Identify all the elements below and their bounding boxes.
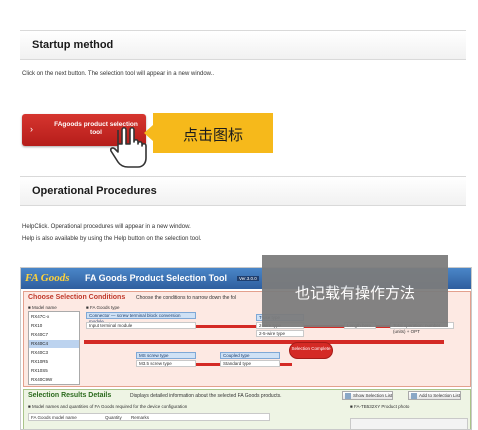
fa-goods-logo: FA Goods [25,272,70,284]
model-list-item-selected[interactable]: RX40C4 [29,340,79,348]
page: Startup method Click on the next button.… [0,0,478,430]
coupled-type-label: Coupled type [220,352,280,359]
tool-title: FA Goods Product Selection Tool [85,273,228,283]
selection-results-heading: Selection Results Details [28,392,112,399]
chevron-right-icon: › [30,124,33,134]
selection-results-hint: Displays detailed information about the … [130,393,282,399]
add-to-selection-list-label: Add to Selection List [419,393,461,398]
type-option-connector[interactable]: Connector — screw terminal block convers… [86,312,196,324]
model-name-label: ■ Model name [28,305,57,310]
operational-line-1: HelpClick. Operational procedures will a… [22,224,191,230]
coupled-type-option[interactable]: Standard type [220,360,280,367]
col-remarks: Remarks [131,415,150,420]
tool-version-badge: Ver.3.0.0 [237,276,259,281]
model-name-list[interactable]: RX47C-x RX10 RX40C7 RX40C4 RX40C3 RX10R5… [28,311,80,385]
wire-option-3[interactable]: 2-5-wire type [256,330,304,337]
operation-method-callout-text: 也记载有操作方法 [294,284,415,302]
type-option-input-module[interactable]: Input terminal module [86,322,196,329]
operation-method-callout: 也记载有操作方法 [262,255,448,327]
product-photo-label: ■ FA-TB532XY Product photo [350,404,410,409]
model-list-item[interactable]: RX40C7 [29,331,79,339]
results-table-header: FA Goods model name Quantity Remarks [28,413,270,421]
add-icon [411,393,417,399]
operational-procedures-title: Operational Procedures [32,185,157,197]
flow-arrow [280,363,292,366]
startup-method-header: Startup method [20,30,466,60]
show-selection-list-label: Show Selection List [353,393,393,398]
results-note: ■ Model names and quantities of FA Goods… [28,404,188,409]
flow-arrow-main [84,340,444,344]
startup-instruction: Click on the next button. The selection … [22,71,214,77]
model-list-item[interactable]: RX10S5 [29,367,79,375]
ms-screw-option[interactable]: M3.5 screw type [136,360,196,367]
choose-conditions-hint: Choose the conditions to narrow down the… [136,295,237,301]
hand-cursor-icon [110,126,147,168]
ms-screw-label: MS screw type [136,352,196,359]
model-list-item[interactable]: RX10R5 [29,358,79,366]
col-quantity: Quantity [105,415,122,420]
click-icon-callout-text: 点击图标 [182,126,243,144]
operational-line-2: Help is also available by using the Help… [22,236,202,242]
fa-goods-type-label: ■ FA Goods type [86,305,120,310]
choose-conditions-heading: Choose Selection Conditions [28,294,126,301]
selection-results-panel: Selection Results Details Displays detai… [23,389,471,429]
list-icon [345,393,351,399]
flow-arrow [196,325,256,328]
click-icon-callout: 点击图标 [144,113,273,153]
selection-complete-label: Selection Complete [291,346,331,351]
show-selection-list-button[interactable]: Show Selection List [342,391,394,400]
operational-procedures-header: Operational Procedures [20,176,466,206]
model-list-item[interactable]: RX47C-x [29,313,79,321]
model-list-item[interactable]: RX40C3 [29,349,79,357]
model-list-item[interactable]: RX10 [29,322,79,330]
product-photo-area [350,418,468,429]
add-to-selection-list-button[interactable]: Add to Selection List [408,391,462,400]
startup-method-title: Startup method [32,39,114,51]
col-model-name: FA Goods model name [31,415,77,420]
selection-complete-button[interactable]: Selection Complete [289,342,333,359]
model-list-item[interactable]: RX40C9W [29,376,79,384]
flow-arrow [196,363,220,366]
